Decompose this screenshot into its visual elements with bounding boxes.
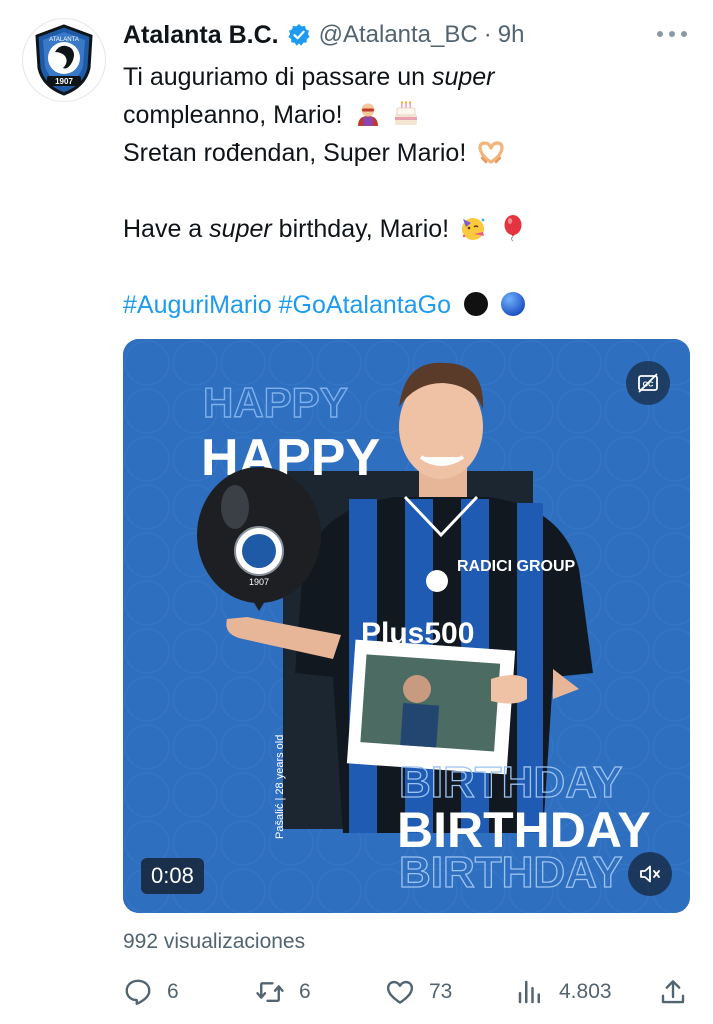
- avatar-name: ATALANTA: [49, 37, 79, 43]
- timestamp[interactable]: 9h: [498, 21, 525, 49]
- photo-card: [346, 639, 516, 775]
- more-dot: [657, 31, 663, 37]
- more-dot: [681, 31, 687, 37]
- heart-icon: [386, 980, 414, 1004]
- reply-button[interactable]: 6: [123, 972, 179, 1012]
- hashtag-link[interactable]: #GoAtalantaGo: [279, 291, 451, 319]
- analytics-bars-icon: [518, 980, 540, 1004]
- text-segment: Sretan rođendan, Super Mario!: [123, 139, 467, 167]
- tweet-line-1: Ti auguriamo di passare un super: [123, 58, 693, 96]
- muted-speaker-icon: [640, 865, 660, 883]
- video-timer: 0:08: [141, 858, 204, 894]
- heart-hands-emoji-icon: [478, 141, 504, 164]
- like-count: 73: [429, 980, 453, 1003]
- happy-outline-text: HAPPY: [203, 379, 348, 426]
- media-video[interactable]: HAPPY HAPPY RADICI GROUP Plus500 1907 Pa…: [123, 339, 690, 913]
- retweet-icon: [256, 982, 284, 1002]
- balloon-emoji-icon: [504, 215, 522, 242]
- retweet-count: 6: [299, 980, 311, 1003]
- black-circle-emoji-icon: [463, 292, 488, 316]
- italic-text: super: [209, 215, 272, 243]
- text-segment: birthday, Mario!: [271, 215, 450, 243]
- captions-off-icon: CC: [638, 373, 658, 393]
- text-segment: Have a: [123, 215, 210, 243]
- more-options-icon[interactable]: [657, 24, 687, 44]
- separator-dot: ·: [483, 21, 492, 48]
- tweet-text: Ti auguriamo di passare un super complea…: [123, 58, 693, 324]
- display-name[interactable]: Atalanta B.C.: [123, 21, 279, 50]
- tweet-line-3: Sretan rođendan, Super Mario!: [123, 134, 693, 172]
- analytics-count: 4.803: [559, 980, 612, 1003]
- tweet-line-2: compleanno, Mario!: [123, 96, 693, 134]
- tweet-header: Atalanta B.C. @Atalanta_BC · 9h: [123, 18, 524, 52]
- player-caption: Pašalić | 28 years old: [274, 735, 286, 839]
- birthday-outline-text-top: BIRTHDAY: [399, 758, 622, 807]
- tweet-line-4: Have a super birthday, Mario!: [123, 210, 693, 248]
- like-button[interactable]: 73: [385, 972, 452, 1012]
- sponsor-radici: RADICI GROUP: [457, 558, 576, 575]
- captions-off-button[interactable]: CC: [626, 361, 670, 405]
- analytics-button[interactable]: 4.803: [515, 972, 612, 1012]
- superhero-emoji-icon: [357, 103, 378, 126]
- italic-text: super: [431, 63, 495, 91]
- handle[interactable]: @Atalanta_BC: [319, 21, 478, 49]
- blue-circle-emoji-icon: [500, 292, 525, 316]
- partying-face-emoji-icon: [462, 218, 485, 240]
- balloon-year: 1907: [249, 577, 269, 587]
- retweet-button[interactable]: 6: [255, 972, 311, 1012]
- birthday-cake-emoji-icon: [395, 101, 418, 125]
- text-segment: compleanno, Mario!: [123, 101, 343, 129]
- views-count-label[interactable]: 992 visualizaciones: [123, 930, 305, 954]
- text-segment: Ti auguriamo di passare un: [123, 63, 432, 91]
- reply-count: 6: [167, 980, 179, 1003]
- share-icon: [661, 980, 685, 1004]
- birthday-outline-text-bottom: BIRTHDAY: [399, 848, 622, 897]
- tweet-actions: 6 6 73 4.803: [123, 972, 693, 1012]
- verified-badge-icon: [287, 24, 310, 46]
- atalanta-crest-icon: 1907 ATALANTA: [35, 24, 93, 96]
- hashtag-link[interactable]: #AuguriMario: [123, 291, 272, 319]
- avatar[interactable]: 1907 ATALANTA: [22, 18, 106, 102]
- more-dot: [669, 31, 675, 37]
- share-button[interactable]: [658, 972, 688, 1012]
- reply-icon: [125, 979, 151, 1005]
- avatar-year: 1907: [55, 77, 73, 86]
- unmute-button[interactable]: [628, 852, 672, 896]
- tweet-hashtags: #AuguriMario #GoAtalantaGo: [123, 286, 693, 324]
- birthday-video-frame: HAPPY HAPPY RADICI GROUP Plus500 1907 Pa…: [123, 339, 690, 913]
